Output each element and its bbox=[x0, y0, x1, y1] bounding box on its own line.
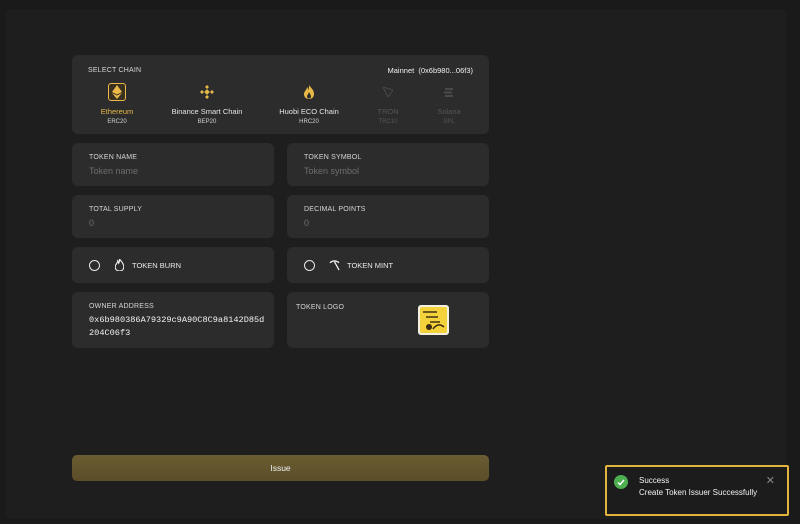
success-check-icon bbox=[614, 475, 628, 489]
tron-icon bbox=[379, 83, 397, 101]
token-burn-label: TOKEN BURN bbox=[132, 260, 182, 270]
chain-standard: BEP20 bbox=[197, 119, 217, 125]
token-burn-toggle[interactable]: TOKEN BURN bbox=[72, 247, 274, 283]
chain-option-solana: Solana SPL bbox=[404, 83, 494, 125]
select-chain-label: SELECT CHAIN bbox=[88, 67, 142, 74]
chain-standard: HRC20 bbox=[299, 119, 319, 125]
token-logo-image bbox=[420, 307, 447, 333]
network-indicator: Mainnet (0x6b980...06f3) bbox=[388, 66, 473, 75]
close-icon[interactable]: ✕ bbox=[766, 476, 775, 487]
toast-message: Create Token Issuer Successfully bbox=[639, 488, 758, 497]
token-burn-radio[interactable] bbox=[89, 259, 100, 271]
token-logo-upload[interactable] bbox=[418, 305, 449, 335]
token-name-field: TOKEN NAME bbox=[72, 143, 274, 186]
chain-option-binance[interactable]: Binance Smart Chain BEP20 bbox=[162, 83, 252, 125]
owner-address-field: OWNER ADDRESS 0x6b980386A79329c9A90C8C9a… bbox=[72, 292, 274, 348]
solana-icon bbox=[440, 83, 458, 101]
total-supply-label: TOTAL SUPPLY bbox=[89, 206, 143, 213]
token-mint-radio[interactable] bbox=[304, 259, 315, 271]
token-mint-toggle[interactable]: TOKEN MINT bbox=[287, 247, 489, 283]
total-supply-input[interactable] bbox=[89, 218, 259, 228]
decimal-points-input[interactable] bbox=[304, 218, 474, 228]
select-chain-panel: SELECT CHAIN Mainnet (0x6b980...06f3) Et… bbox=[72, 55, 489, 134]
owner-address-label: OWNER ADDRESS bbox=[89, 303, 154, 310]
issue-button[interactable]: Issue bbox=[72, 455, 489, 481]
token-mint-label: TOKEN MINT bbox=[347, 260, 394, 270]
chain-standard: SPL bbox=[443, 119, 455, 125]
token-symbol-label: TOKEN SYMBOL bbox=[304, 154, 362, 161]
binance-icon bbox=[198, 83, 216, 101]
toast-title: Success bbox=[639, 476, 670, 485]
token-logo-label: TOKEN LOGO bbox=[296, 304, 345, 311]
network-name: Mainnet bbox=[387, 66, 415, 75]
token-name-label: TOKEN NAME bbox=[89, 154, 138, 161]
chain-name: Ethereum bbox=[100, 107, 134, 116]
token-symbol-field: TOKEN SYMBOL bbox=[287, 143, 489, 186]
token-symbol-input[interactable] bbox=[304, 166, 474, 176]
chain-option-ethereum[interactable]: Ethereum ERC20 bbox=[72, 83, 162, 125]
decimal-points-label: DECIMAL POINTS bbox=[304, 206, 366, 213]
chain-name: Solana bbox=[437, 107, 461, 116]
token-name-input[interactable] bbox=[89, 166, 259, 176]
token-logo-field: TOKEN LOGO bbox=[287, 292, 489, 348]
chain-name: Huobi ECO Chain bbox=[279, 107, 339, 116]
success-toast: Success Create Token Issuer Successfully… bbox=[605, 465, 789, 516]
chain-standard: ERC20 bbox=[107, 119, 127, 125]
chain-name: Binance Smart Chain bbox=[171, 107, 243, 116]
huobi-flame-icon bbox=[300, 83, 318, 101]
pickaxe-icon bbox=[328, 259, 340, 271]
ethereum-icon bbox=[108, 83, 126, 101]
total-supply-field: TOTAL SUPPLY bbox=[72, 195, 274, 238]
owner-address-value: 0x6b980386A79329c9A90C8C9a8142D85d204C06… bbox=[89, 315, 265, 338]
decimal-points-field: DECIMAL POINTS bbox=[287, 195, 489, 238]
wallet-address-short: (0x6b980...06f3) bbox=[418, 66, 473, 75]
chain-option-huobi[interactable]: Huobi ECO Chain HRC20 bbox=[264, 83, 354, 125]
flame-icon bbox=[113, 259, 125, 271]
